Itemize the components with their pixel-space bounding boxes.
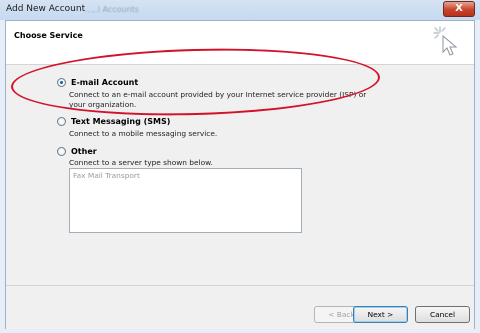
other-label[interactable]: Other — [71, 147, 97, 156]
service-options-area: E-mail Account Connect to an e-mail acco… — [6, 65, 474, 285]
other-server-type-list[interactable]: Fax Mail Transport — [69, 168, 302, 233]
add-account-dialog: Add New Account ...,.l Accounts X Choose… — [0, 0, 480, 333]
text-messaging-label[interactable]: Text Messaging (SMS) — [71, 117, 170, 126]
option-other[interactable]: Other — [57, 147, 97, 156]
email-account-label[interactable]: E-mail Account — [71, 78, 138, 87]
email-radio[interactable] — [57, 78, 66, 87]
dialog-header: Choose Service — [6, 21, 474, 65]
text-messaging-description: Connect to a mobile messaging service. — [69, 129, 218, 138]
other-radio[interactable] — [57, 147, 66, 156]
cancel-button[interactable]: Cancel — [415, 306, 470, 323]
page-title: Choose Service — [14, 31, 83, 40]
sms-radio[interactable] — [57, 117, 66, 126]
blurred-background-text: ...,.l Accounts — [85, 5, 139, 14]
cursor-sparkle-icon — [433, 26, 458, 56]
option-text-messaging[interactable]: Text Messaging (SMS) — [57, 117, 170, 126]
option-email-account[interactable]: E-mail Account — [57, 78, 138, 87]
next-button[interactable]: Next > — [353, 306, 408, 323]
window-title: Add New Account — [6, 4, 86, 14]
dialog-content: Choose Service E-mail Account Connect to… — [5, 20, 475, 329]
dialog-footer: < Back Next > Cancel — [6, 285, 474, 329]
email-account-description: Connect to an e-mail account provided by… — [69, 90, 367, 109]
title-bar[interactable]: Add New Account ...,.l Accounts X — [0, 0, 480, 20]
other-description: Connect to a server type shown below. — [69, 158, 213, 167]
close-button[interactable]: X — [443, 1, 475, 17]
list-item[interactable]: Fax Mail Transport — [73, 171, 140, 180]
